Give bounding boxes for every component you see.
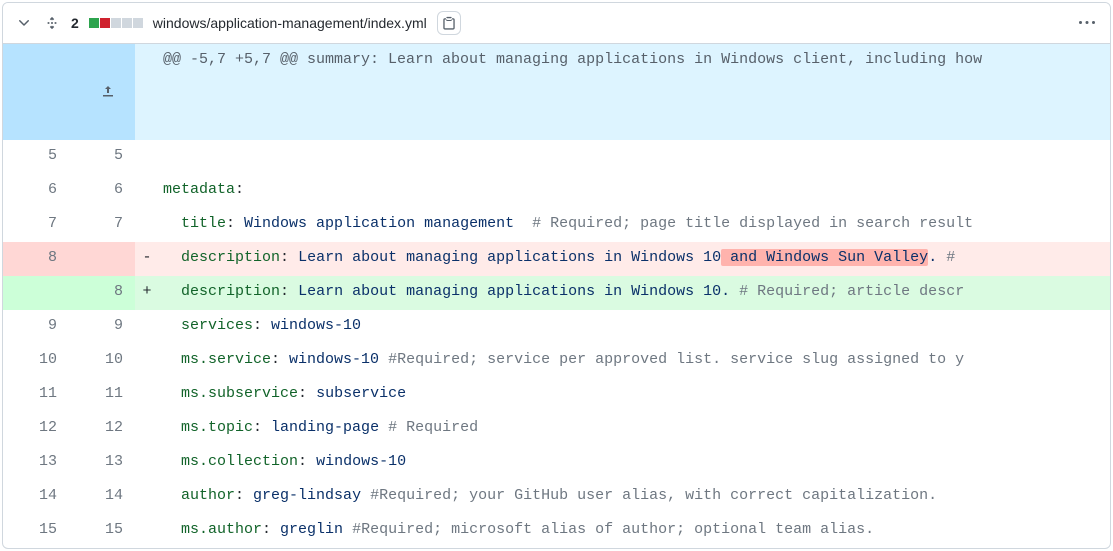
expand-hunk-up[interactable] xyxy=(3,44,135,140)
diff-context-row: 12 12 ms.topic: landing-page # Required xyxy=(3,412,1110,446)
file-path[interactable]: windows/application-management/index.yml xyxy=(153,15,427,31)
line-number-left[interactable]: 7 xyxy=(3,208,69,242)
code-line: ms.service: windows-10 #Required; servic… xyxy=(159,344,1110,378)
line-number-right[interactable]: 12 xyxy=(69,412,135,446)
unfold-icon xyxy=(45,16,59,30)
clipboard-icon xyxy=(442,16,456,30)
hunk-header-text: @@ -5,7 +5,7 @@ summary: Learn about man… xyxy=(159,44,1110,140)
line-number-left[interactable]: 10 xyxy=(3,344,69,378)
diff-file: 2 windows/application-management/index.y… xyxy=(2,2,1111,549)
code-line xyxy=(159,140,1110,174)
line-number-left[interactable]: 15 xyxy=(3,514,69,548)
code-line: author: greg-lindsay #Required; your Git… xyxy=(159,480,1110,514)
diff-context-row: 9 9 services: windows-10 xyxy=(3,310,1110,344)
line-number-right[interactable]: 10 xyxy=(69,344,135,378)
line-number-right[interactable]: 5 xyxy=(69,140,135,174)
file-actions-menu[interactable] xyxy=(1076,12,1098,34)
diff-context-row: 6 6 metadata: xyxy=(3,174,1110,208)
line-number-right[interactable] xyxy=(69,242,135,276)
line-number-left[interactable] xyxy=(3,276,69,310)
code-line: title: Windows application management # … xyxy=(159,208,1110,242)
line-number-left[interactable]: 11 xyxy=(3,378,69,412)
diff-context-row: 15 15 ms.author: greglin #Required; micr… xyxy=(3,514,1110,548)
diffstat-neutral-square xyxy=(133,18,143,28)
diff-context-row: 7 7 title: Windows application managemen… xyxy=(3,208,1110,242)
diffstat-add-square xyxy=(89,18,99,28)
expand-up-icon xyxy=(100,83,116,99)
line-number-right[interactable]: 8 xyxy=(69,276,135,310)
line-number-right[interactable]: 14 xyxy=(69,480,135,514)
line-number-right[interactable]: 13 xyxy=(69,446,135,480)
line-number-right[interactable]: 11 xyxy=(69,378,135,412)
diffstat xyxy=(89,18,143,28)
collapse-toggle[interactable] xyxy=(15,14,33,32)
kebab-icon xyxy=(1079,15,1095,31)
diff-context-row: 10 10 ms.service: windows-10 #Required; … xyxy=(3,344,1110,378)
line-number-left[interactable]: 12 xyxy=(3,412,69,446)
file-header: 2 windows/application-management/index.y… xyxy=(3,3,1110,44)
diff-deletion-row: 8 - description: Learn about managing ap… xyxy=(3,242,1110,276)
diff-context-row: 13 13 ms.collection: windows-10 xyxy=(3,446,1110,480)
line-number-right[interactable]: 15 xyxy=(69,514,135,548)
line-number-right[interactable]: 9 xyxy=(69,310,135,344)
line-number-left[interactable]: 13 xyxy=(3,446,69,480)
diffstat-neutral-square xyxy=(111,18,121,28)
diff-context-row: 5 5 xyxy=(3,140,1110,174)
diff-table: @@ -5,7 +5,7 @@ summary: Learn about man… xyxy=(3,44,1110,548)
diff-context-row: 11 11 ms.subservice: subservice xyxy=(3,378,1110,412)
change-count: 2 xyxy=(71,15,79,31)
line-number-left[interactable]: 5 xyxy=(3,140,69,174)
line-number-right[interactable]: 7 xyxy=(69,208,135,242)
diffstat-del-square xyxy=(100,18,110,28)
code-line: ms.subservice: subservice xyxy=(159,378,1110,412)
code-line: ms.topic: landing-page # Required xyxy=(159,412,1110,446)
line-number-left[interactable]: 8 xyxy=(3,242,69,276)
drag-handle-icon[interactable] xyxy=(43,14,61,32)
deleted-text-highlight: and Windows Sun Valley xyxy=(721,249,928,266)
copy-path-button[interactable] xyxy=(437,11,461,35)
code-line: metadata: xyxy=(159,174,1110,208)
line-number-left[interactable]: 14 xyxy=(3,480,69,514)
code-line: ms.author: greglin #Required; microsoft … xyxy=(159,514,1110,548)
diffstat-neutral-square xyxy=(122,18,132,28)
diff-context-row: 14 14 author: greg-lindsay #Required; yo… xyxy=(3,480,1110,514)
diff-sign-minus: - xyxy=(135,242,159,276)
line-number-right[interactable]: 6 xyxy=(69,174,135,208)
code-line: ms.collection: windows-10 xyxy=(159,446,1110,480)
code-line: description: Learn about managing applic… xyxy=(159,276,1110,310)
code-line: description: Learn about managing applic… xyxy=(159,242,1110,276)
chevron-down-icon xyxy=(16,15,32,31)
diff-sign-plus: + xyxy=(135,276,159,310)
line-number-left[interactable]: 6 xyxy=(3,174,69,208)
code-line: services: windows-10 xyxy=(159,310,1110,344)
diff-addition-row: 8 + description: Learn about managing ap… xyxy=(3,276,1110,310)
line-number-left[interactable]: 9 xyxy=(3,310,69,344)
hunk-header-row: @@ -5,7 +5,7 @@ summary: Learn about man… xyxy=(3,44,1110,140)
